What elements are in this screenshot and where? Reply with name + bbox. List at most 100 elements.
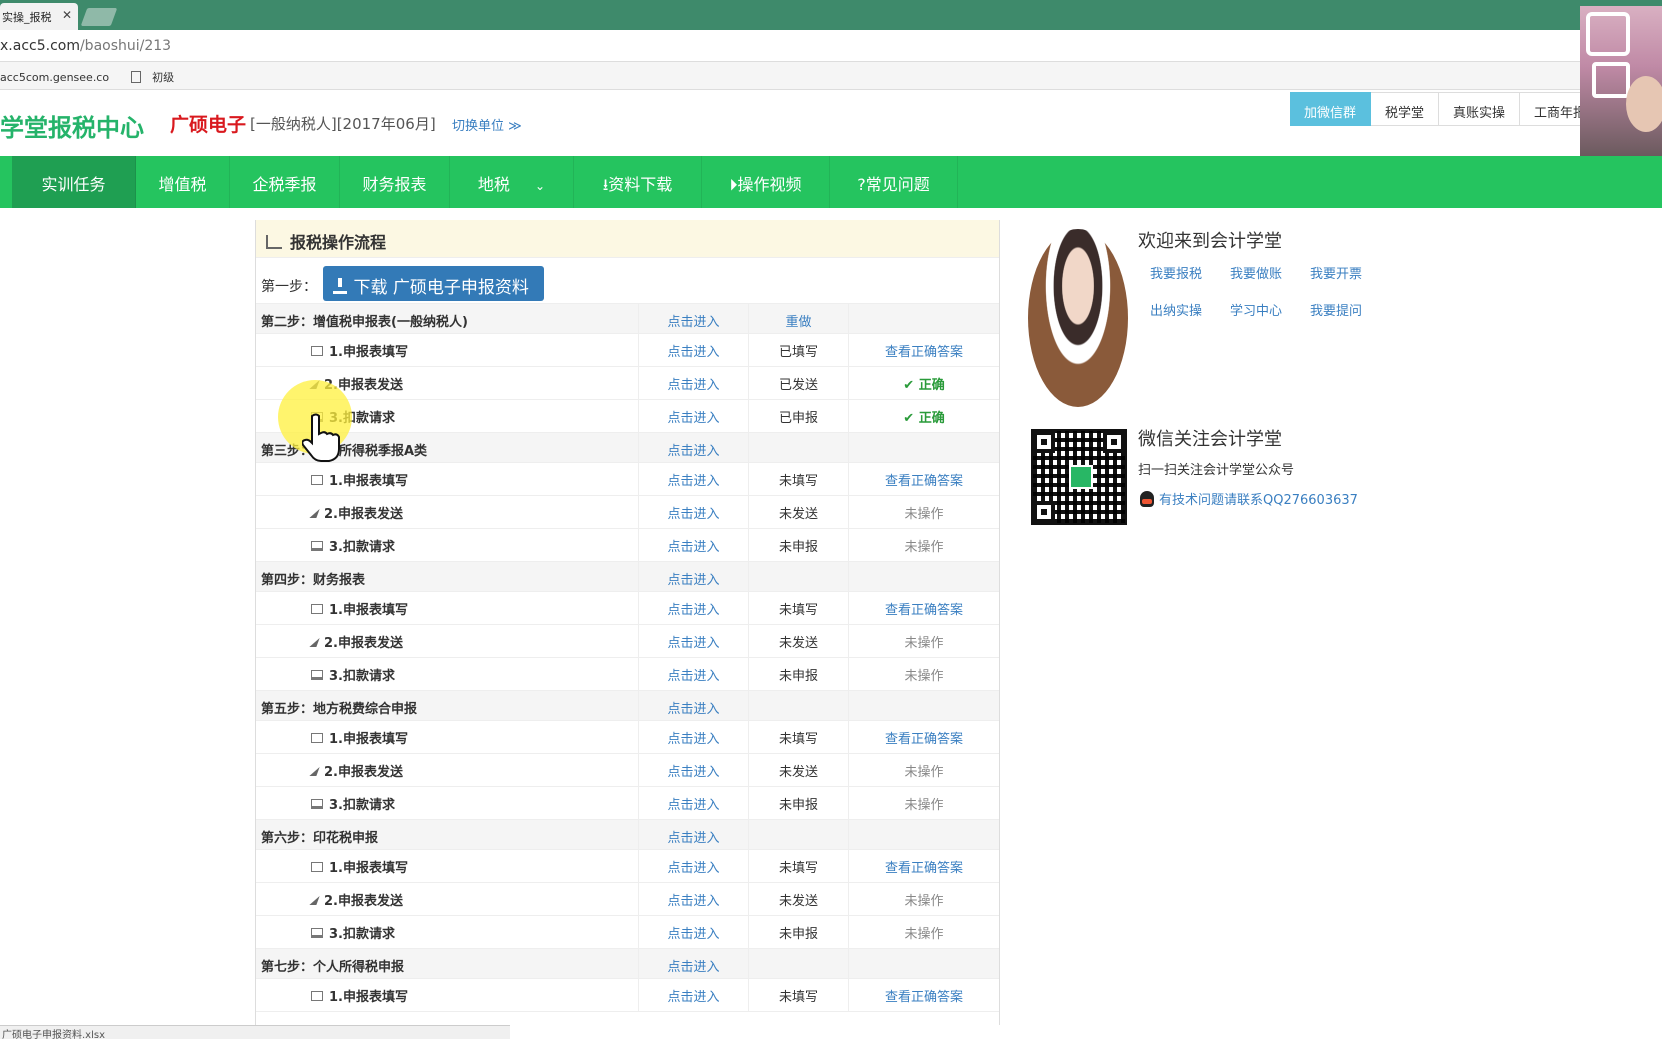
send-icon <box>309 896 320 905</box>
status-cell: 未发送 <box>749 883 849 915</box>
row-label: 3.扣款请求 <box>329 669 395 684</box>
nav-quarterly-tax[interactable]: 企税季报 <box>230 156 340 208</box>
quick-link-ask[interactable]: 我要提问 <box>1310 300 1390 319</box>
enter-link[interactable]: 点击进入 <box>639 367 749 399</box>
result-cell <box>849 433 999 462</box>
enter-link[interactable]: 点击进入 <box>639 334 749 366</box>
row-label-cell: 第七步：个人所得税申报 <box>256 949 639 978</box>
enter-link[interactable]: 点击进入 <box>639 400 749 432</box>
address-bar[interactable]: x.acc5.com/baoshui/213 <box>0 30 1580 62</box>
question-icon: ? <box>857 175 866 194</box>
result-cell: 未操作 <box>904 894 944 909</box>
step-row: 第六步：印花税申报 点击进入 <box>256 820 999 850</box>
status-cell: 已申报 <box>749 400 849 432</box>
redo-link[interactable]: 重做 <box>749 304 849 333</box>
enter-link[interactable]: 点击进入 <box>639 787 749 819</box>
row-label-cell: 2.申报表发送 <box>256 883 639 915</box>
qr-finder <box>1033 431 1055 453</box>
enter-link[interactable]: 点击进入 <box>639 529 749 561</box>
browser-tab-title: 实操_报税 <box>2 11 52 24</box>
view-answer-link[interactable]: 查看正确答案 <box>849 592 999 624</box>
enter-link[interactable]: 点击进入 <box>639 754 749 786</box>
close-tab-icon[interactable]: ✕ <box>62 8 72 22</box>
panel-header: 报税操作流程 <box>256 220 999 258</box>
nav-financial-statements[interactable]: 财务报表 <box>340 156 450 208</box>
enter-link[interactable]: 点击进入 <box>639 658 749 690</box>
edit-icon <box>311 475 323 485</box>
real-accounting-link[interactable]: 真账实操 <box>1439 92 1521 126</box>
task-row: 3.扣款请求 点击进入 已申报 ✔ 正确 <box>256 400 999 433</box>
enter-link[interactable]: 点击进入 <box>639 721 749 753</box>
bookmark-gensee[interactable]: acc5com.gensee.co <box>0 71 109 84</box>
enter-link[interactable]: 点击进入 <box>639 433 749 462</box>
quick-link-bookkeeping[interactable]: 我要做账 <box>1230 263 1310 282</box>
document-icon <box>130 71 141 83</box>
nav-vat[interactable]: 增值税 <box>136 156 230 208</box>
status-cell: 未发送 <box>749 496 849 528</box>
nav-faq[interactable]: ?常见问题 <box>830 156 958 208</box>
step-row: 第三步：企业所得税季报A类 点击进入 <box>256 433 999 463</box>
result-cell: 未操作 <box>904 507 944 522</box>
enter-link[interactable]: 点击进入 <box>639 850 749 882</box>
view-answer-link[interactable]: 查看正确答案 <box>849 721 999 753</box>
quick-link-invoice[interactable]: 我要开票 <box>1310 263 1390 282</box>
row-label: 2.申报表发送 <box>324 894 403 909</box>
enter-link[interactable]: 点击进入 <box>639 949 749 978</box>
enter-link[interactable]: 点击进入 <box>639 592 749 624</box>
nav-training-tasks[interactable]: 实训任务 <box>12 156 136 208</box>
row-label: 3.扣款请求 <box>329 927 395 942</box>
enter-link[interactable]: 点击进入 <box>639 979 749 1011</box>
row-label-cell: 1.申报表填写 <box>256 850 639 882</box>
view-answer-link[interactable]: 查看正确答案 <box>849 850 999 882</box>
qr-logo <box>1069 465 1093 489</box>
books-icon <box>1592 62 1630 98</box>
row-label: 2.申报表发送 <box>324 636 403 651</box>
view-answer-link[interactable]: 查看正确答案 <box>849 979 999 1011</box>
row-label: 1.申报表填写 <box>329 732 408 747</box>
line-chart-icon <box>266 235 282 249</box>
view-answer-link[interactable]: 查看正确答案 <box>849 334 999 366</box>
enter-link[interactable]: 点击进入 <box>639 916 749 948</box>
step-row: 第五步：地方税费综合申报 点击进入 <box>256 691 999 721</box>
monitor-icon <box>311 541 323 551</box>
quick-link-learning-center[interactable]: 学习中心 <box>1230 300 1310 319</box>
enter-link[interactable]: 点击进入 <box>639 625 749 657</box>
result-cell <box>849 304 999 333</box>
status-cell: 未填写 <box>749 592 849 624</box>
enter-link[interactable]: 点击进入 <box>639 820 749 849</box>
wechat-qr-code <box>1031 429 1127 525</box>
chevron-down-icon: ⌄ <box>535 179 546 193</box>
quick-link-file-tax[interactable]: 我要报税 <box>1150 263 1230 282</box>
quick-link-cashier[interactable]: 出纳实操 <box>1150 300 1230 319</box>
row-label: 第七步：个人所得税申报 <box>261 960 405 975</box>
enter-link[interactable]: 点击进入 <box>639 463 749 495</box>
nav-local-tax[interactable]: 地税 ⌄ <box>450 156 574 208</box>
step-one-label: 第一步： <box>261 279 317 295</box>
enter-link[interactable]: 点击进入 <box>639 691 749 720</box>
status-cell <box>749 691 849 720</box>
row-label: 1.申报表填写 <box>329 990 408 1005</box>
nav-downloads[interactable]: ⭳资料下载 <box>574 156 702 208</box>
join-wechat-group-button[interactable]: 加微信群 <box>1290 92 1372 126</box>
qq-support-link[interactable]: 有技术问题请联系QQ276603637 <box>1140 489 1358 508</box>
enter-link[interactable]: 点击进入 <box>639 304 749 333</box>
download-icon <box>333 278 348 294</box>
tax-school-link[interactable]: 税学堂 <box>1371 92 1440 126</box>
enter-link[interactable]: 点击进入 <box>639 883 749 915</box>
enter-link[interactable]: 点击进入 <box>639 496 749 528</box>
new-tab-button[interactable] <box>80 8 118 26</box>
task-row: 2.申报表发送 点击进入 未发送 未操作 <box>256 496 999 529</box>
enter-link[interactable]: 点击进入 <box>639 562 749 591</box>
status-cell: 已发送 <box>749 367 849 399</box>
nav-videos[interactable]: ⏵操作视频 <box>702 156 830 208</box>
send-icon <box>309 638 320 647</box>
row-label: 1.申报表填写 <box>329 861 408 876</box>
bookmark-basic[interactable]: 初级 <box>152 71 174 84</box>
download-materials-button[interactable]: 下载 广硕电子申报资料 <box>323 266 545 301</box>
wechat-follow-subtitle: 扫一扫关注会计学堂公众号 <box>1138 463 1295 478</box>
switch-unit-link[interactable]: 切换单位 ≫ <box>452 115 522 134</box>
browser-tab[interactable]: 实操_报税 ✕ <box>0 3 78 30</box>
view-answer-link[interactable]: 查看正确答案 <box>849 463 999 495</box>
site-logo[interactable]: 学堂报税中心 <box>0 108 144 143</box>
company-type: [一般纳税人][2017年06月] <box>250 115 436 133</box>
